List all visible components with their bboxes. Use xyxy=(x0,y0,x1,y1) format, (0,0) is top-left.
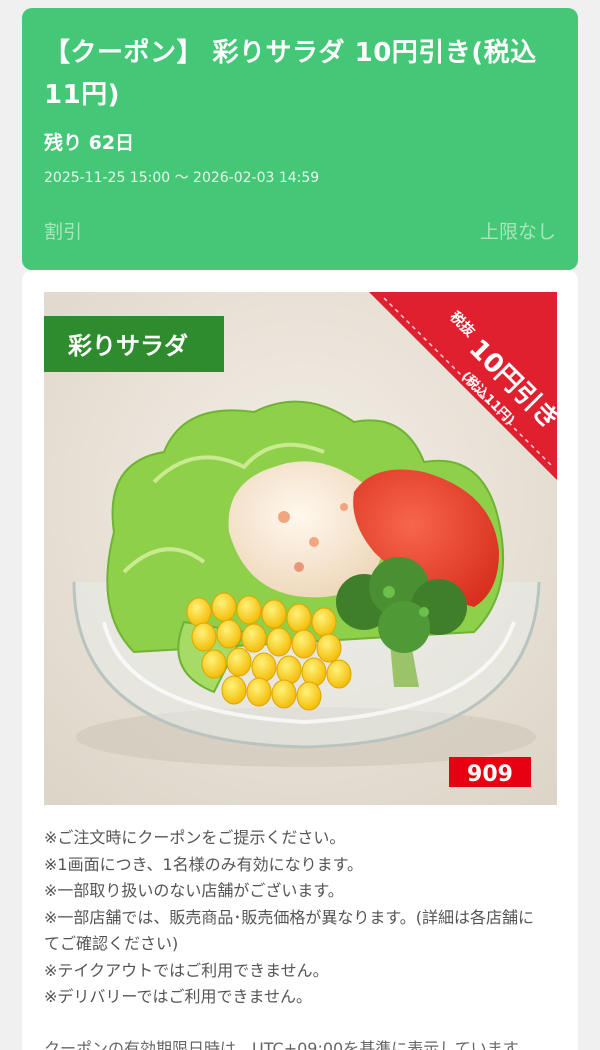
expiry-note: クーポンの有効期限日時は、UTC+09:00を基準に表示しています。 xyxy=(44,1039,534,1050)
salad-illustration: 彩りサラダ 税抜 10円引き (税込11円) 909 xyxy=(44,292,557,805)
note-item: ※デリバリーではご利用できません。 xyxy=(44,987,312,1006)
note-item: ※1画面につき、1名様のみ有効になります。 xyxy=(44,854,364,874)
coupon-title: 【クーポン】 彩りサラダ 10円引き(税込11円) xyxy=(44,38,537,110)
coupon-notes: ※ご注文時にクーポンをご提示ください。 ※1画面につき、1名様のみ有効になります… xyxy=(44,825,544,1011)
coupon-header-card: 【クーポン】 彩りサラダ 10円引き(税込11円) 残り 62日 2025-11… xyxy=(22,8,578,270)
coupon-category: 割引 xyxy=(44,221,83,243)
note-item: ※テイクアウトではご利用できません。 xyxy=(44,960,329,980)
note-item: ※ご注文時にクーポンをご提示ください。 xyxy=(44,828,346,847)
coupon-footer-row: 割引 上限なし xyxy=(44,217,556,244)
remaining-days: 残り 62日 xyxy=(44,132,135,154)
note-item: ※一部店舗では、販売商品･販売価格が異なります。(詳細は各店舗にてご確認ください… xyxy=(44,907,535,954)
product-image: 彩りサラダ 税抜 10円引き (税込11円) 909 xyxy=(44,292,557,805)
coupon-limit: 上限なし xyxy=(479,221,556,243)
product-label: 彩りサラダ xyxy=(67,332,188,360)
note-item: ※一部取り扱いのない店舗がございます。 xyxy=(44,881,344,900)
coupon-detail-card: 彩りサラダ 税抜 10円引き (税込11円) 909 ※ご注文時にクーポンをご提… xyxy=(22,270,578,1050)
product-code: 909 xyxy=(467,762,513,787)
coupon-page: 【クーポン】 彩りサラダ 10円引き(税込11円) 残り 62日 2025-11… xyxy=(0,0,600,1050)
valid-period: 2025-11-25 15:00 ～ 2026-02-03 14:59 xyxy=(44,170,320,186)
